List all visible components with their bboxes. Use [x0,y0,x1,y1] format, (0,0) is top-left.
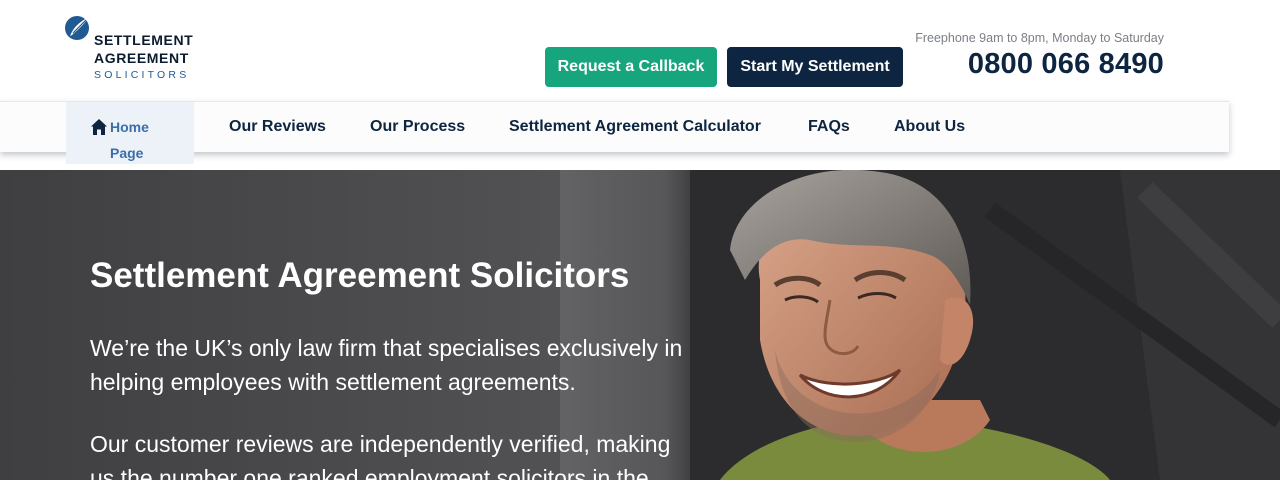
logo-pen-icon [65,16,90,40]
nav-item-our-reviews[interactable]: Our Reviews [229,118,326,136]
nav-item-home[interactable]: Home Page [66,102,194,164]
hero-banner: Settlement Agreement Solicitors We’re th… [0,170,1280,480]
main-navigation: Home Page Our Reviews Our Process Settle… [0,101,1229,164]
nav-item-calculator[interactable]: Settlement Agreement Calculator [509,118,761,136]
hero-photo-smiling-man [690,170,1280,480]
site-header: SETTLEMENT AGREEMENT SOLICITORS Request … [0,0,1280,101]
hero-title: Settlement Agreement Solicitors [90,256,630,295]
phone-caption: Freephone 9am to 8pm, Monday to Saturday [915,31,1164,45]
home-icon [91,119,107,135]
nav-item-about-us[interactable]: About Us [894,118,965,136]
nav-item-faqs[interactable]: FAQs [808,118,850,136]
logo-text-line3: SOLICITORS [94,69,190,81]
logo-text-line2: AGREEMENT [94,50,189,66]
hero-paragraph-1: We’re the UK’s only law firm that specia… [90,335,683,395]
brand-logo[interactable]: SETTLEMENT AGREEMENT SOLICITORS [64,14,204,84]
phone-number-link[interactable]: 0800 066 8490 [968,48,1164,81]
request-callback-button[interactable]: Request a Callback [545,47,717,87]
hero-paragraph-2: Our customer reviews are independently v… [90,431,671,480]
nav-item-our-process[interactable]: Our Process [370,118,465,136]
nav-home-label: Home Page [110,119,149,161]
logo-text-line1: SETTLEMENT [94,32,194,48]
start-settlement-button[interactable]: Start My Settlement [727,47,903,87]
